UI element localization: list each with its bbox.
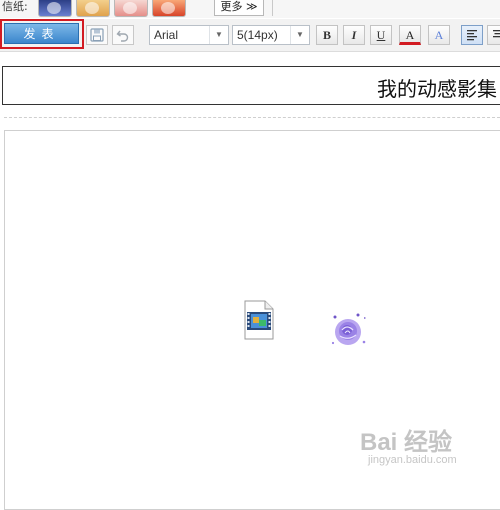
chevron-down-icon: ▼ <box>290 26 309 44</box>
divider <box>272 0 273 16</box>
watermark-brand: Bai 经验 <box>360 422 452 457</box>
font-color-button[interactable]: A <box>399 25 421 45</box>
undo-button[interactable] <box>112 25 134 45</box>
save-icon <box>90 28 104 42</box>
dashed-divider <box>4 117 500 118</box>
font-family-select[interactable]: Arial ▼ <box>149 25 229 45</box>
align-center-icon <box>492 29 500 41</box>
align-center-button[interactable] <box>487 25 500 45</box>
font-size-select[interactable]: 5(14px) ▼ <box>232 25 310 45</box>
italic-button[interactable]: I <box>343 25 365 45</box>
title-input-value: 我的动感影集 <box>377 73 497 102</box>
stationery-thumbnail-bird[interactable] <box>152 0 186 17</box>
title-input[interactable]: 我的动感影集 <box>2 66 500 105</box>
baidu-jingyan-watermark: Bai 经验 jingyan.baidu.com <box>358 422 498 472</box>
align-left-icon <box>466 29 478 41</box>
video-file-icon[interactable] <box>243 300 275 340</box>
stationery-thumbnail-cartoon[interactable] <box>76 0 110 17</box>
publish-button[interactable]: 发表 <box>4 23 79 44</box>
editor-toolbar: 发表 Arial ▼ 5(14px) ▼ B I U A A <box>0 19 500 52</box>
watermark-site: jingyan.baidu.com <box>368 454 457 466</box>
stationery-thumbnail-car[interactable] <box>38 0 72 17</box>
font-size-value: 5(14px) <box>237 28 278 42</box>
stationery-bar: 信纸: 更多 ≫ <box>0 0 500 18</box>
undo-icon <box>116 28 130 42</box>
bold-button[interactable]: B <box>316 25 338 45</box>
purple-rose-image[interactable] <box>328 310 372 350</box>
save-draft-button[interactable] <box>86 25 108 45</box>
chevron-down-icon: ▼ <box>209 26 228 44</box>
align-left-button[interactable] <box>461 25 483 45</box>
more-stationery-button[interactable]: 更多 ≫ <box>214 0 264 16</box>
stationery-thumbnail-flowers[interactable] <box>114 0 148 17</box>
stationery-label: 信纸: <box>2 0 28 14</box>
highlight-color-button[interactable]: A <box>428 25 450 45</box>
font-family-value: Arial <box>154 28 178 42</box>
underline-button[interactable]: U <box>370 25 392 45</box>
